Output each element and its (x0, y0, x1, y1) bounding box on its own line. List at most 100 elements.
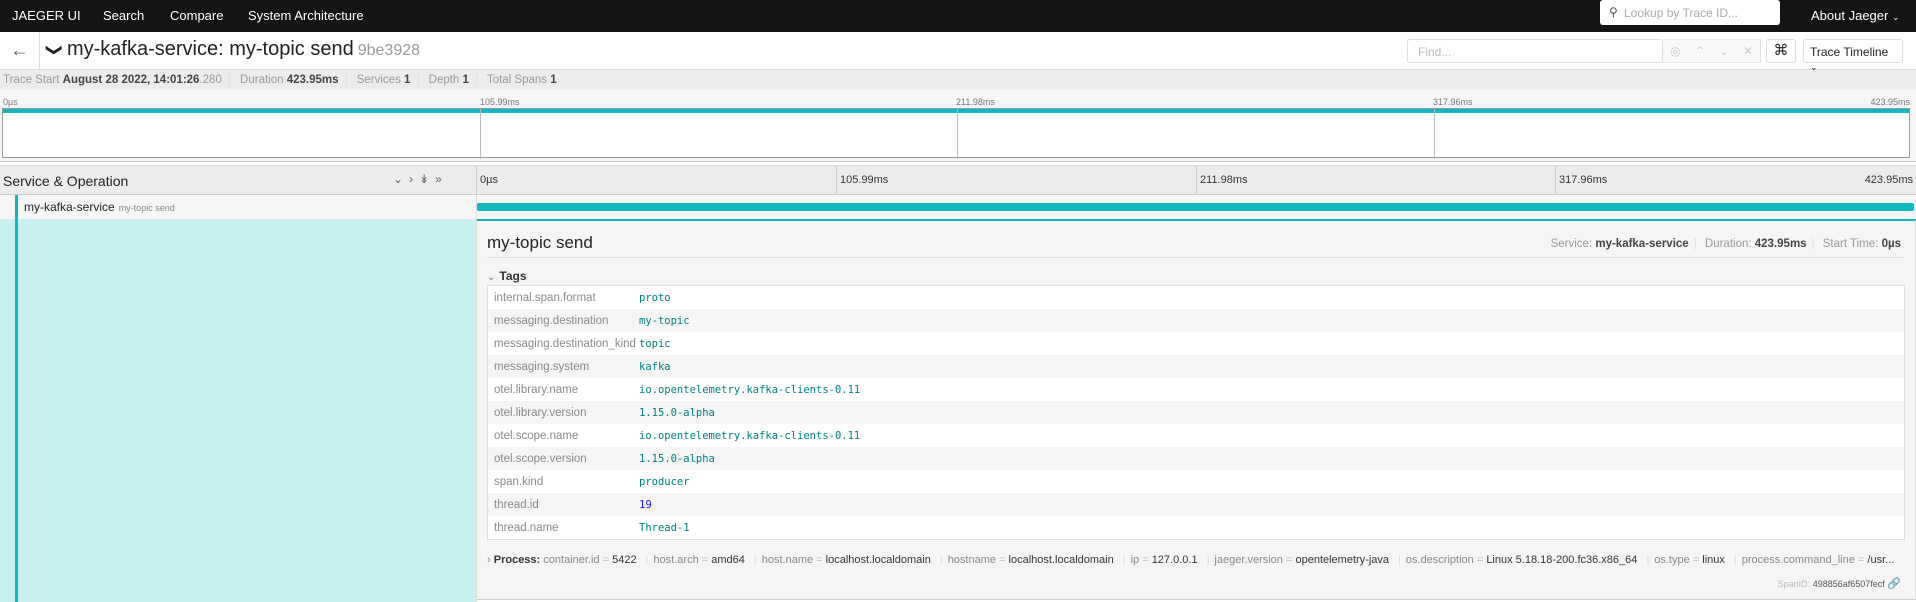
timeline-divider (836, 166, 837, 195)
lookup-placeholder: Lookup by Trace ID... (1624, 6, 1739, 20)
span-id-value: 498856af6507fecf (1812, 579, 1885, 589)
process-key: hostname (947, 554, 996, 566)
duration-value: 423.95ms (286, 74, 339, 86)
trace-id-lookup-input[interactable]: ⚲ Lookup by Trace ID... (1600, 0, 1780, 25)
tag-row: otel.library.name io.opentelemetry.kafka-… (488, 378, 1904, 401)
process-key: ip (1130, 554, 1140, 566)
find-input[interactable]: Find... (1407, 39, 1663, 63)
process-value: Linux 5.18.18-200.fc36.x86_64 (1486, 554, 1638, 566)
locate-icon[interactable]: ◎ (1670, 44, 1680, 58)
process-section[interactable]: › Process: container.id = 5422 | host.arch… (487, 554, 1905, 566)
process-item: host.arch = amd64 (653, 554, 745, 566)
brand-link[interactable]: JAEGER UI (12, 8, 81, 23)
tag-value: kafka (639, 360, 671, 373)
process-value: 127.0.0.1 (1151, 554, 1198, 566)
tag-value: 1.15.0-alpha (639, 452, 715, 465)
trace-minimap[interactable]: 0µs 105.99ms 211.98ms 317.96ms 423.95ms (0, 90, 1916, 162)
process-key: os.description (1405, 554, 1474, 566)
tag-value: 1.15.0-alpha (639, 406, 715, 419)
tag-key: otel.scope.name (494, 429, 579, 442)
process-item: hostname = localhost.localdomain (947, 554, 1114, 566)
tags-toggle[interactable]: ⌄ Tags (487, 269, 527, 283)
about-jaeger-menu[interactable]: About Jaeger ⌄ (1811, 8, 1900, 23)
span-id: SpanID: 498856af6507fecf 🔗 (1778, 577, 1901, 590)
minimap-canvas[interactable] (2, 108, 1910, 159)
arrow-left-icon: ← (10, 40, 29, 60)
service-operation-label: Service & Operation (3, 173, 129, 189)
chevron-down-icon: ❯ (45, 43, 63, 57)
tag-key: otel.library.version (494, 406, 587, 419)
services-value: 1 (404, 74, 411, 86)
trace-start-value: August 28 2022, 14:01:26 (62, 74, 200, 86)
timeline-header: Service & Operation ⌄›↡» 0µs 105.99ms 21… (0, 165, 1916, 195)
view-selector[interactable]: Trace Timeline ⌄ (1803, 39, 1903, 72)
view-label: Trace Timeline (1810, 45, 1889, 59)
span-id-label: SpanID: (1777, 579, 1811, 589)
collapse-controls: ⌄›↡» (393, 172, 448, 186)
total-spans-value: 1 (550, 74, 557, 86)
services-label: Services (356, 74, 401, 86)
tag-value: topic (639, 337, 671, 350)
find-controls: ◎ ⌃ ⌄ ✕ (1663, 39, 1761, 63)
minimap-tick: 317.96ms (1433, 97, 1473, 107)
tags-label: Tags (499, 269, 527, 283)
close-icon[interactable]: ✕ (1743, 44, 1753, 58)
expand-all-icon[interactable]: » (435, 172, 448, 186)
process-label: Process: (493, 554, 541, 566)
tag-row: otel.scope.version 1.15.0-alpha (488, 447, 1904, 470)
trace-title: my-kafka-service: my-topic send (66, 38, 354, 60)
trace-title-toggle[interactable]: ❯ my-kafka-service: my-topic send 9be3928 (45, 38, 420, 61)
process-key: jaeger.version (1214, 554, 1283, 566)
link-icon[interactable]: 🔗 (1887, 578, 1901, 590)
collapse-one-icon[interactable]: ⌄ (393, 172, 409, 186)
service-label: Service: (1550, 238, 1593, 250)
chevron-down-icon[interactable]: ⌄ (1719, 44, 1729, 58)
span-bar[interactable] (477, 203, 1914, 211)
expand-one-icon[interactable]: › (409, 172, 419, 186)
tag-key: messaging.system (494, 360, 590, 373)
depth-value: 1 (462, 74, 469, 86)
process-value: linux (1702, 554, 1725, 566)
back-button[interactable]: ← (0, 32, 40, 70)
divider (487, 257, 1903, 258)
span-detail-meta: Service: my-kafka-service | Duration: 423… (1550, 238, 1901, 250)
minimap-span-bar (3, 109, 1909, 113)
minimap-tick: 0µs (3, 97, 18, 107)
process-item: jaeger.version = opentelemetry-java (1214, 554, 1390, 566)
collapse-all-icon[interactable]: ↡ (419, 172, 435, 186)
command-icon: ⌘ (1773, 42, 1789, 59)
nav-search[interactable]: Search (103, 8, 144, 23)
process-key: process.command_line (1741, 554, 1855, 566)
tag-value: 19 (639, 498, 652, 511)
trace-summary: Trace Start August 28 2022, 14:01:26.280… (0, 70, 1916, 90)
start-time-label: Start Time: (1822, 238, 1879, 250)
process-value: 5422 (612, 554, 637, 566)
chevron-down-icon: ⌄ (1891, 12, 1900, 22)
tag-row: otel.library.version 1.15.0-alpha (488, 401, 1904, 424)
tag-key: messaging.destination_kind (494, 337, 636, 350)
tag-value: io.opentelemetry.kafka-clients-0.11 (639, 383, 861, 396)
span-name-cell[interactable]: my-kafka-service my-topic send (0, 195, 477, 219)
trace-start-label: Trace Start (3, 74, 60, 86)
start-time-value: 0µs (1881, 238, 1901, 250)
tag-value: io.opentelemetry.kafka-clients-0.11 (639, 429, 861, 442)
tag-key: thread.name (494, 521, 559, 534)
chevron-up-icon[interactable]: ⌃ (1695, 44, 1705, 58)
nav-compare[interactable]: Compare (170, 8, 223, 23)
span-row[interactable]: my-kafka-service my-topic send (0, 195, 1916, 219)
minimap-tick: 423.95ms (1870, 97, 1910, 107)
tag-row: messaging.system kafka (488, 355, 1904, 378)
nav-system-architecture[interactable]: System Architecture (248, 8, 364, 23)
trace-start-ms: .280 (199, 74, 222, 86)
keyboard-shortcuts-button[interactable]: ⌘ (1766, 39, 1796, 63)
span-operation: my-topic send (118, 203, 175, 213)
total-spans-label: Total Spans (486, 74, 548, 86)
process-value: /usr... (1867, 554, 1895, 566)
service-value: my-kafka-service (1595, 238, 1689, 250)
chevron-right-icon: › (487, 554, 491, 566)
process-item: container.id = 5422 (543, 554, 637, 566)
tag-value: Thread-1 (639, 521, 690, 534)
process-item: process.command_line = /usr... (1741, 554, 1895, 566)
tag-row: span.kind producer (488, 470, 1904, 493)
tag-row: internal.span.format proto (488, 286, 1904, 309)
